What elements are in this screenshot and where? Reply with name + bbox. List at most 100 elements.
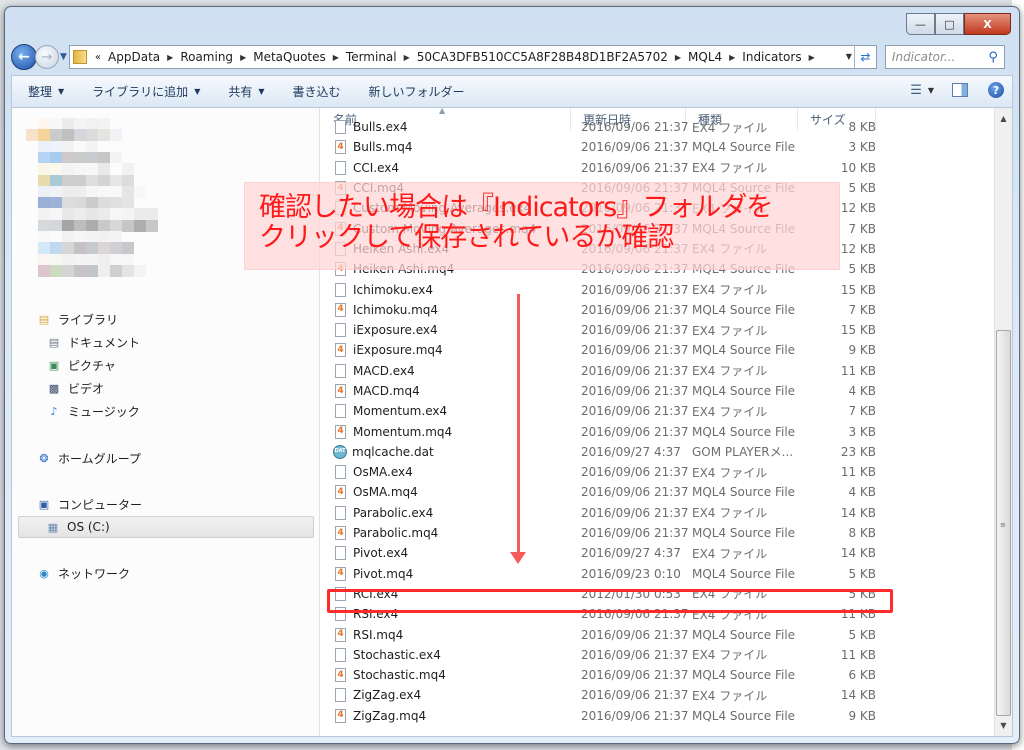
favorites-item-blurred[interactable] xyxy=(38,208,158,221)
favorites-item-blurred[interactable] xyxy=(38,253,134,266)
sidebar-item-label: ライブラリ xyxy=(58,313,119,327)
file-row[interactable]: 4 Pivot.mq4 2016/09/23 0:10 MQL4 Source Fil… xyxy=(321,564,994,584)
file-type: EX4 ファイル xyxy=(692,364,768,379)
favorites-item-blurred[interactable] xyxy=(38,151,122,164)
sidebar-item[interactable]: ▩ ビデオ xyxy=(46,380,104,397)
favorites-item-blurred[interactable] xyxy=(38,264,146,277)
favorites-item-blurred[interactable] xyxy=(38,231,122,243)
file-row[interactable]: 4 Stochastic.mq4 2016/09/06 21:37 MQL4 Sour… xyxy=(321,665,994,685)
scroll-up-arrow[interactable]: ▲ xyxy=(995,110,1012,127)
back-button[interactable]: ← xyxy=(11,44,37,70)
file-row[interactable]: ZigZag.ex4 2016/09/06 21:37 EX4 ファイル 14 KB xyxy=(321,685,994,705)
favorites-item-blurred[interactable] xyxy=(38,140,98,153)
breadcrumb-separator-icon[interactable]: ▶ xyxy=(333,53,339,62)
toolbar-button[interactable]: 書き込む xyxy=(293,83,341,100)
breadcrumb-item[interactable]: MetaQuotes xyxy=(253,50,326,64)
mql4-source-file-icon: 4 xyxy=(335,302,346,317)
breadcrumb-separator-icon[interactable]: ▶ xyxy=(675,53,681,62)
vertical-scrollbar[interactable]: ▲ ≡ ▼ xyxy=(994,108,1012,736)
favorites-item-blurred[interactable] xyxy=(38,118,110,130)
file-size: 3 KB xyxy=(848,140,876,155)
blank-file-icon xyxy=(335,120,346,135)
file-row[interactable]: 4 MACD.mq4 2016/09/06 21:37 MQL4 Source Fil… xyxy=(321,381,994,401)
breadcrumb-overflow[interactable]: « xyxy=(95,52,101,63)
file-row[interactable]: 4 OsMA.mq4 2016/09/06 21:37 MQL4 Source Fil… xyxy=(321,482,994,502)
sidebar-item[interactable]: ▤ ライブラリ xyxy=(36,311,118,328)
address-bar[interactable]: « AppData ▶ Roaming ▶ MetaQuotes ▶ Terminal ▶ 50… xyxy=(68,45,877,69)
explorer-window: — □ X ← → ▼ « AppData ▶ Roaming ▶ MetaQuotes… xyxy=(4,6,1020,744)
breadcrumb-item[interactable]: 50CA3DFB510CC5A8F28B48D1BF2A5702 xyxy=(417,50,668,64)
file-row[interactable]: Pivot.ex4 2016/09/27 4:37 EX4 ファイル 14 KB xyxy=(321,543,994,563)
preview-pane-icon[interactable] xyxy=(952,83,968,97)
forward-button[interactable]: → xyxy=(35,45,59,69)
file-row[interactable]: 4 Ichimoku.mq4 2016/09/06 21:37 MQL4 Source… xyxy=(321,300,994,320)
breadcrumb-separator-icon[interactable]: ▶ xyxy=(729,53,735,62)
sidebar-item[interactable]: ◉ ネットワーク xyxy=(36,565,130,582)
toolbar-button[interactable]: 共有 ▼ xyxy=(228,83,264,100)
search-input[interactable]: Indicator... ⚲ xyxy=(884,45,1005,69)
file-row[interactable]: 4 ZigZag.mq4 2016/09/06 21:37 MQL4 Source F… xyxy=(321,706,994,726)
breadcrumb-item[interactable]: MQL4 xyxy=(688,50,722,64)
file-row[interactable]: DAT mqlcache.dat 2016/09/27 4:37 GOM PLAYER… xyxy=(321,442,994,462)
sidebar-item[interactable]: ▣ コンピューター xyxy=(36,496,142,513)
file-type: EX4 ファイル xyxy=(692,506,768,521)
breadcrumb-item[interactable]: Roaming xyxy=(180,50,233,64)
file-row[interactable]: Ichimoku.ex4 2016/09/06 21:37 EX4 ファイル 15 K… xyxy=(321,279,994,299)
toolbar-button-label: 書き込む xyxy=(292,85,341,99)
toolbar-button[interactable]: 新しいフォルダー xyxy=(369,83,465,100)
file-row[interactable]: 4 Bulls.mq4 2016/09/06 21:37 MQL4 Source Fi… xyxy=(321,137,994,157)
drive-icon: ▦ xyxy=(47,520,59,534)
breadcrumb-separator-icon[interactable]: ▶ xyxy=(809,53,815,62)
view-dropdown-icon[interactable]: ▼ xyxy=(928,86,934,95)
sidebar-item[interactable]: ❂ ホームグループ xyxy=(36,450,141,467)
favorites-item-blurred[interactable] xyxy=(38,174,134,187)
file-type: MQL4 Source File xyxy=(692,526,796,541)
file-name-cell: CCI.ex4 xyxy=(321,160,571,175)
favorites-item-blurred[interactable] xyxy=(38,242,134,255)
refresh-button[interactable]: ⇄ xyxy=(853,46,876,68)
file-row[interactable]: Bulls.ex4 2016/09/06 21:37 EX4 ファイル 8 KB xyxy=(321,117,994,137)
breadcrumb-separator-icon[interactable]: ▶ xyxy=(404,53,410,62)
file-row[interactable]: Momentum.ex4 2016/09/06 21:37 EX4 ファイル 7 KB xyxy=(321,401,994,421)
scroll-thumb[interactable]: ≡ xyxy=(996,330,1011,716)
breadcrumb-item[interactable]: AppData xyxy=(108,50,160,64)
sidebar-item[interactable]: ▤ ドキュメント xyxy=(46,334,140,351)
breadcrumb-item[interactable]: Terminal xyxy=(346,50,397,64)
scroll-down-arrow[interactable]: ▼ xyxy=(995,717,1012,734)
favorites-item-blurred[interactable] xyxy=(26,129,122,142)
search-icon[interactable]: ⚲ xyxy=(988,50,998,65)
file-row[interactable]: 4 Momentum.mq4 2016/09/06 21:37 MQL4 Source… xyxy=(321,421,994,441)
favorites-item-blurred[interactable] xyxy=(38,197,134,210)
highlight-box xyxy=(327,589,893,613)
file-row[interactable]: Parabolic.ex4 2016/09/06 21:37 EX4 ファイル 14 … xyxy=(321,503,994,523)
view-options-icon[interactable]: ☰ xyxy=(910,83,922,98)
file-row[interactable]: iExposure.ex4 2016/09/06 21:37 EX4 ファイル 15 … xyxy=(321,320,994,340)
address-dropdown-icon[interactable]: ▼ xyxy=(846,52,852,61)
file-row[interactable]: OsMA.ex4 2016/09/06 21:37 EX4 ファイル 11 KB xyxy=(321,462,994,482)
sidebar-item[interactable]: ▦ OS (C:) xyxy=(18,516,314,538)
favorites-item-blurred[interactable] xyxy=(38,185,146,198)
file-name-cell: 4 Ichimoku.mq4 xyxy=(321,302,571,317)
recent-pages-dropdown[interactable]: ▼ xyxy=(60,52,67,62)
close-button[interactable]: X xyxy=(964,13,1011,35)
favorites-item-blurred[interactable] xyxy=(38,219,158,232)
breadcrumb-separator-icon[interactable]: ▶ xyxy=(167,53,173,62)
favorites-item-blurred[interactable] xyxy=(38,163,134,176)
maximize-button[interactable]: □ xyxy=(935,13,964,35)
breadcrumb-item[interactable]: Indicators xyxy=(742,50,801,64)
file-row[interactable]: 4 Parabolic.mq4 2016/09/06 21:37 MQL4 Sourc… xyxy=(321,523,994,543)
file-row[interactable]: 4 RSI.mq4 2016/09/06 21:37 MQL4 Source File… xyxy=(321,624,994,644)
chevron-down-icon: ▼ xyxy=(194,87,201,96)
help-icon[interactable]: ? xyxy=(988,82,1004,98)
file-row[interactable]: Stochastic.ex4 2016/09/06 21:37 EX4 ファイル 11… xyxy=(321,645,994,665)
file-name-cell: Ichimoku.ex4 xyxy=(321,282,571,297)
minimize-button[interactable]: — xyxy=(906,13,935,35)
toolbar-button[interactable]: 整理 ▼ xyxy=(28,83,64,100)
file-row[interactable]: 4 iExposure.mq4 2016/09/06 21:37 MQL4 Sourc… xyxy=(321,340,994,360)
toolbar-button[interactable]: ライブラリに追加 ▼ xyxy=(92,83,200,100)
sidebar-item[interactable]: ♪ ミュージック xyxy=(46,403,139,420)
file-row[interactable]: CCI.ex4 2016/09/06 21:37 EX4 ファイル 10 KB xyxy=(321,158,994,178)
file-row[interactable]: MACD.ex4 2016/09/06 21:37 EX4 ファイル 11 KB xyxy=(321,361,994,381)
sidebar-item[interactable]: ▣ ピクチャ xyxy=(46,357,116,374)
breadcrumb-separator-icon[interactable]: ▶ xyxy=(240,53,246,62)
